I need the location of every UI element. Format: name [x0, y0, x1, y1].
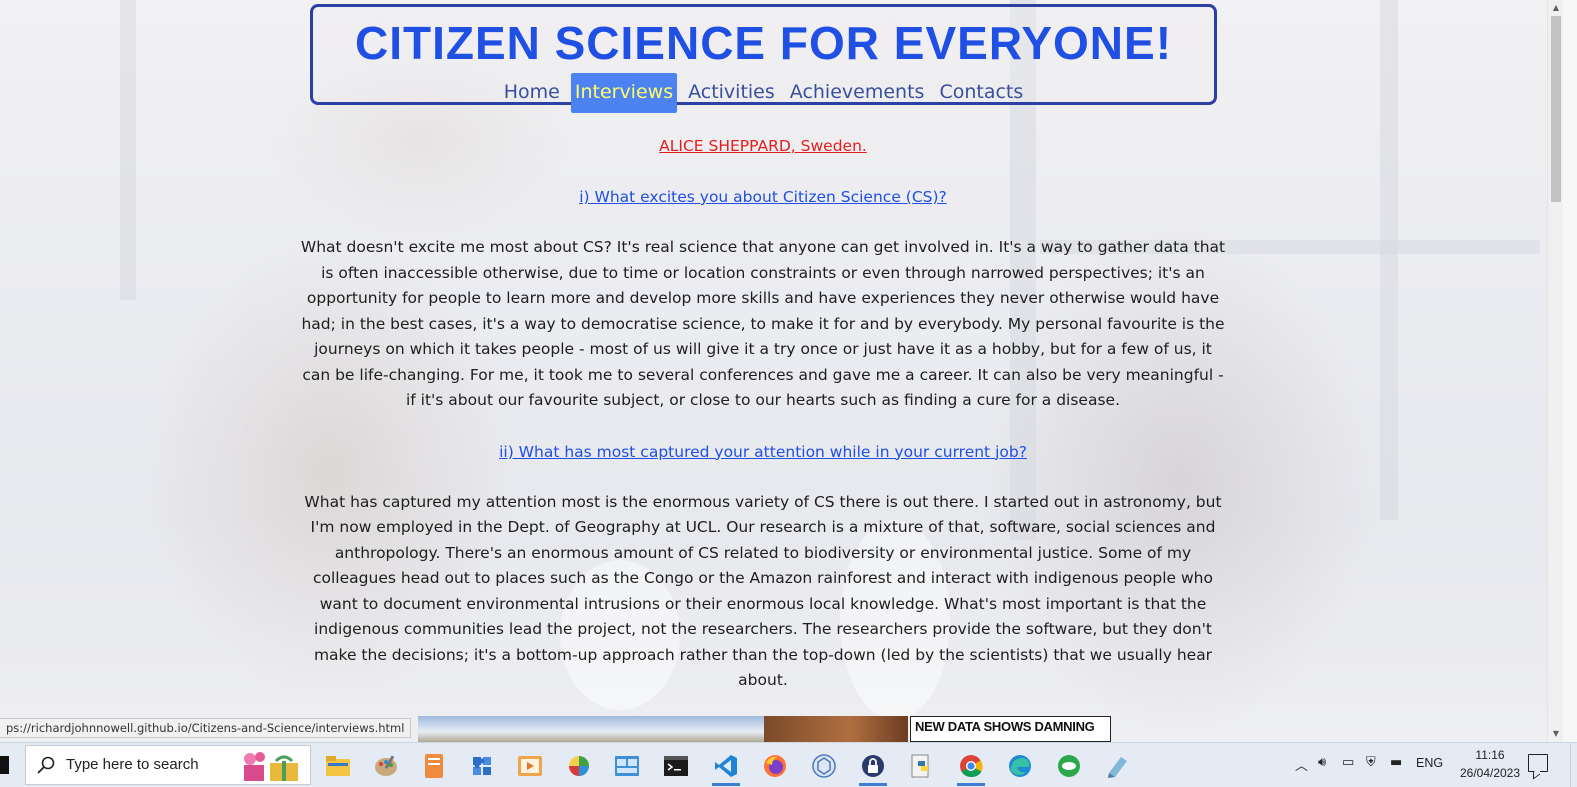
vscode-icon[interactable] [710, 750, 742, 786]
battery-icon[interactable]: ▬ [1390, 755, 1402, 770]
nav-achievements[interactable]: Achievements [786, 73, 929, 113]
color-picker-icon[interactable] [563, 750, 595, 782]
question-1: i) What excites you about Citizen Scienc… [579, 188, 947, 206]
document-reader-icon[interactable] [418, 750, 450, 782]
start-button[interactable] [0, 743, 22, 787]
search-icon [37, 756, 55, 774]
file-explorer-icon[interactable] [322, 750, 354, 782]
news-thumbnail-headline[interactable]: NEW DATA SHOWS DAMNING [910, 716, 1111, 742]
taskbar-search-box[interactable]: Type here to search [25, 745, 311, 785]
news-thumbnail-wood[interactable] [764, 716, 908, 742]
news-headline-text: NEW DATA SHOWS DAMNING [915, 719, 1095, 734]
status-bar-url: ps://richardjohnnowell.github.io/Citizen… [0, 718, 412, 738]
search-highlight-flowers-icon [244, 752, 298, 781]
taskbar-clock[interactable]: 11:16 26/04/2023 [1458, 746, 1522, 782]
paint-palette-icon[interactable] [370, 750, 402, 782]
vpn-lock-icon[interactable] [857, 750, 889, 786]
page-scrollbar[interactable]: ▲ ▼ [1547, 0, 1563, 742]
scroll-up-arrow-icon[interactable]: ▲ [1548, 2, 1564, 14]
chat-app-icon[interactable] [1053, 750, 1085, 782]
nav-activities[interactable]: Activities [684, 73, 779, 113]
language-indicator[interactable]: ENG [1416, 756, 1443, 770]
tray-expand-chevron-icon[interactable]: ︿ [1295, 755, 1308, 774]
site-header: CITIZEN SCIENCE FOR EVERYONE! Home Inter… [310, 4, 1217, 113]
nav-contacts[interactable]: Contacts [935, 73, 1027, 113]
main-nav: Home Interviews Activities Achievements … [313, 73, 1214, 113]
scroll-down-arrow-icon[interactable]: ▼ [1548, 728, 1564, 740]
windows-logo-icon [0, 756, 9, 774]
question-2: ii) What has most captured your attentio… [499, 442, 1027, 461]
notifications-icon[interactable] [1528, 754, 1548, 772]
firefox-icon[interactable] [759, 750, 791, 782]
nav-interviews[interactable]: Interviews [570, 73, 678, 113]
answer-1: What doesn't excite me most about CS? It… [300, 238, 1226, 409]
clock-date: 26/04/2023 [1459, 766, 1521, 780]
interviewee-name: ALICE SHEPPARD, Sweden. [659, 137, 867, 155]
network-app-icon[interactable] [808, 750, 840, 782]
control-panel-icon[interactable] [611, 750, 643, 782]
chrome-icon[interactable] [955, 750, 987, 786]
site-title: CITIZEN SCIENCE FOR EVERYONE! [354, 17, 1173, 69]
show-desktop-button[interactable] [1570, 743, 1577, 787]
security-shield-icon[interactable]: ⛨ [1366, 755, 1376, 770]
clock-time: 11:16 [1475, 748, 1505, 762]
window-edge [1563, 0, 1577, 742]
puzzle-app-icon[interactable] [466, 750, 498, 782]
scrollbar-thumb[interactable] [1551, 16, 1561, 202]
terminal-icon[interactable] [660, 750, 692, 782]
nav-home[interactable]: Home [500, 73, 564, 113]
news-thumbnail-sky[interactable] [418, 716, 764, 742]
answer-2: What has captured my attention most is t… [304, 492, 1222, 690]
edge-icon[interactable] [1004, 750, 1036, 782]
tool-app-icon[interactable] [1102, 750, 1134, 782]
search-placeholder: Type here to search [66, 756, 199, 773]
media-player-icon[interactable] [514, 750, 546, 782]
volume-icon[interactable]: 🔊︎ [1318, 755, 1326, 770]
interview-content: ALICE SHEPPARD, Sweden. i) What excites … [300, 130, 1226, 694]
network-icon[interactable]: ▭ [1342, 755, 1354, 770]
python-icon[interactable] [906, 750, 938, 782]
windows-taskbar: Type here to search ︿ 🔊︎ ▭ ⛨ ▬ ENG 11:16… [0, 742, 1577, 787]
browser-viewport: CITIZEN SCIENCE FOR EVERYONE! Home Inter… [0, 0, 1547, 742]
